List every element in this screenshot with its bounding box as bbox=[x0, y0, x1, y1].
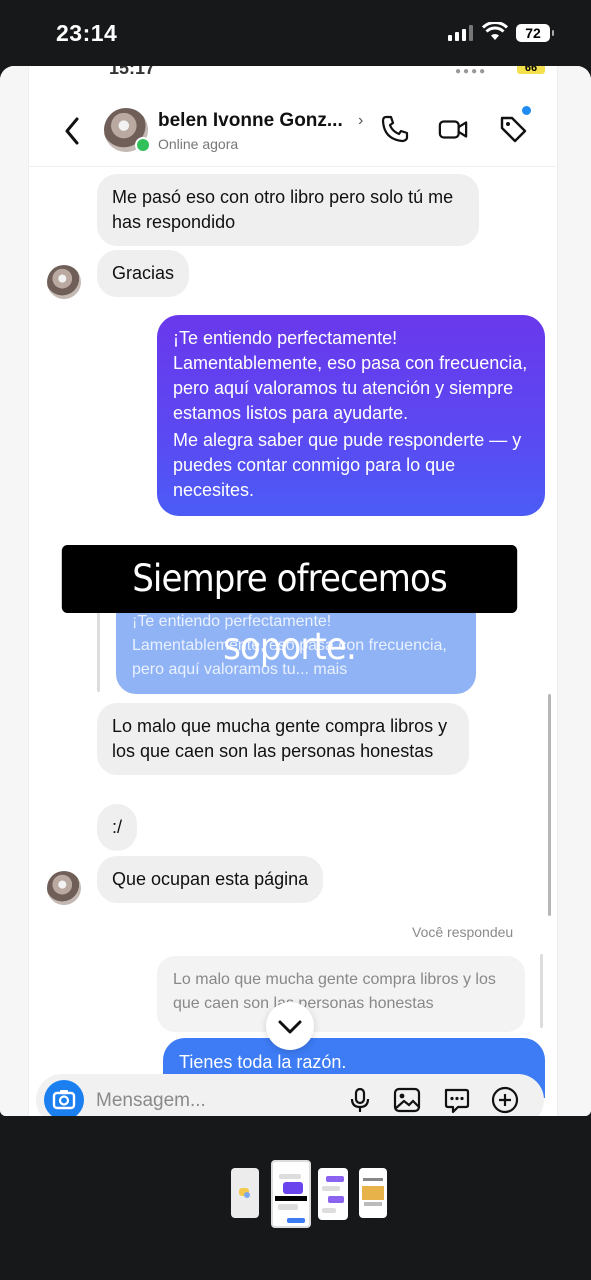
message-input[interactable]: Mensagem... bbox=[96, 1090, 206, 1112]
battery-indicator: 72 bbox=[516, 24, 554, 42]
reply-label: Você respondeu bbox=[412, 924, 514, 940]
image-icon[interactable] bbox=[393, 1086, 421, 1114]
back-icon[interactable] bbox=[62, 116, 82, 146]
scroll-down-button[interactable] bbox=[266, 1002, 314, 1050]
chevron-down-icon bbox=[278, 1020, 302, 1034]
message-paragraph: ¡Te entiendo perfectamente! Lamentableme… bbox=[173, 328, 528, 423]
message-received[interactable]: Lo malo que mucha gente compra libros y … bbox=[97, 703, 469, 775]
message-received[interactable]: Gracias bbox=[97, 250, 190, 297]
ghost-battery: 66 bbox=[517, 66, 545, 74]
ghost-signal-icon: ●●●● bbox=[455, 66, 488, 77]
chevron-right-icon: › bbox=[358, 112, 364, 129]
quoted-message[interactable]: Lo malo que mucha gente compra libros y … bbox=[157, 956, 525, 1032]
ghost-status-time: 15:17 bbox=[109, 66, 156, 78]
reply-bar bbox=[97, 610, 100, 692]
message-paragraph: Me alegra saber que pude responderte — y… bbox=[173, 430, 522, 500]
wifi-icon bbox=[482, 22, 508, 40]
story-caption: Siempre ofrecemos soporte. bbox=[61, 545, 518, 668]
story-thumbnail[interactable] bbox=[231, 1168, 259, 1218]
message-sent[interactable]: ¡Te entiendo perfectamente! Lamentableme… bbox=[157, 315, 545, 516]
contact-name[interactable]: belen Ivonne Gonz... bbox=[158, 110, 343, 132]
sticker-icon[interactable] bbox=[442, 1086, 470, 1114]
avatar bbox=[47, 871, 81, 905]
tag-icon[interactable] bbox=[498, 114, 528, 144]
video-icon[interactable] bbox=[438, 114, 468, 144]
contact-status: Online agora bbox=[158, 136, 239, 152]
signal-icon bbox=[448, 25, 473, 41]
camera-icon bbox=[52, 1090, 76, 1110]
mic-icon[interactable] bbox=[346, 1086, 374, 1114]
status-time: 23:14 bbox=[56, 20, 118, 46]
online-indicator bbox=[135, 137, 151, 153]
notification-dot bbox=[522, 106, 531, 115]
status-bar: 23:14 72 bbox=[0, 0, 591, 66]
avatar bbox=[47, 265, 81, 299]
story-thumbnail[interactable] bbox=[318, 1168, 348, 1220]
story-thumbnails bbox=[0, 1156, 591, 1236]
story-thumbnail-active[interactable] bbox=[271, 1160, 311, 1228]
plus-icon[interactable] bbox=[491, 1086, 519, 1114]
chat-header: belen Ivonne Gonz... › Online agora bbox=[28, 96, 556, 167]
message-composer[interactable]: Mensagem... bbox=[36, 1074, 544, 1116]
camera-button[interactable] bbox=[44, 1080, 84, 1116]
message-received[interactable]: Que ocupan esta página bbox=[97, 856, 324, 903]
story-thumbnail[interactable] bbox=[359, 1168, 387, 1218]
message-received[interactable]: :/ bbox=[97, 804, 138, 851]
phone-icon[interactable] bbox=[380, 114, 410, 144]
message-received[interactable]: Me pasó eso con otro libro pero solo tú … bbox=[97, 174, 479, 246]
reply-bar bbox=[540, 954, 543, 1028]
scrollbar[interactable] bbox=[548, 694, 551, 916]
